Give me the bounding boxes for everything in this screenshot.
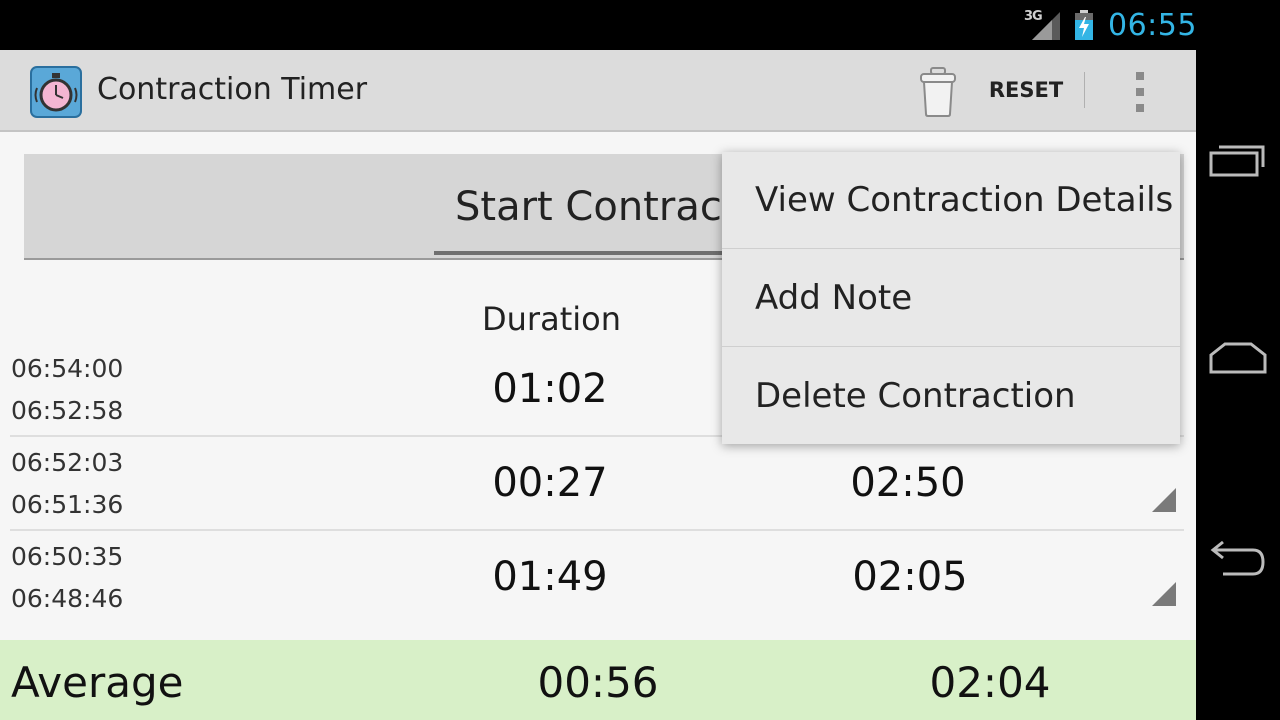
trash-icon [920,67,956,117]
row-frequency: 02:50 [850,460,966,506]
action-bar: Contraction Timer RESET [0,50,1196,132]
row-start-time: 06:52:03 [11,448,124,477]
row-corner-indicator [1152,582,1176,606]
menu-item-label: View Contraction Details [755,180,1174,220]
row-frequency: 02:05 [852,554,968,600]
average-label: Average [11,658,184,707]
row-end-time: 06:48:46 [11,584,124,613]
menu-item-add-note[interactable]: Add Note [722,250,1180,346]
average-duration: 00:56 [537,658,659,707]
app-title: Contraction Timer [97,72,368,107]
stopwatch-icon[interactable] [30,66,82,118]
trash-button[interactable] [908,60,968,124]
average-bar: Average 00:56 02:04 [0,640,1196,720]
navigation-bar [1196,0,1280,720]
average-frequency: 02:04 [929,658,1051,707]
row-end-time: 06:52:58 [11,396,124,425]
recent-apps-icon [1209,145,1265,177]
table-row[interactable]: 06:50:35 06:48:46 01:49 02:05 [0,532,1196,626]
row-end-time: 06:51:36 [11,490,124,519]
status-bar: 3G 06:55 [0,0,1196,50]
back-button[interactable] [1208,528,1268,588]
table-row[interactable]: 06:52:03 06:51:36 00:27 02:50 [0,438,1196,532]
app-screen: 3G 06:55 Contraction Timer RESET Start C… [0,0,1196,720]
menu-item-label: Add Note [755,278,913,318]
row-corner-indicator [1152,488,1176,512]
menu-item-delete-contraction[interactable]: Delete Contraction [722,348,1180,444]
home-button[interactable] [1208,328,1268,388]
reset-button[interactable]: RESET [978,72,1074,108]
status-clock: 06:55 [1108,8,1196,43]
overflow-menu-icon[interactable] [1120,64,1160,120]
row-divider [10,529,1184,531]
row-start-time: 06:54:00 [11,354,124,383]
row-start-time: 06:50:35 [11,542,124,571]
menu-item-label: Delete Contraction [755,376,1076,416]
row-duration: 01:49 [492,554,608,600]
duration-header: Duration [482,300,621,338]
row-duration: 01:02 [492,366,608,412]
menu-divider [722,346,1180,347]
action-bar-divider [1084,72,1085,108]
row-duration: 00:27 [492,460,608,506]
battery-charging-icon [1075,10,1093,40]
overflow-menu: View Contraction Details Add Note Delete… [722,152,1180,444]
menu-item-view-details[interactable]: View Contraction Details [722,152,1180,248]
home-icon [1209,342,1267,374]
network-type: 3G [1024,9,1043,24]
recent-apps-button[interactable] [1208,130,1268,190]
menu-divider [722,248,1180,249]
back-icon [1210,540,1265,576]
